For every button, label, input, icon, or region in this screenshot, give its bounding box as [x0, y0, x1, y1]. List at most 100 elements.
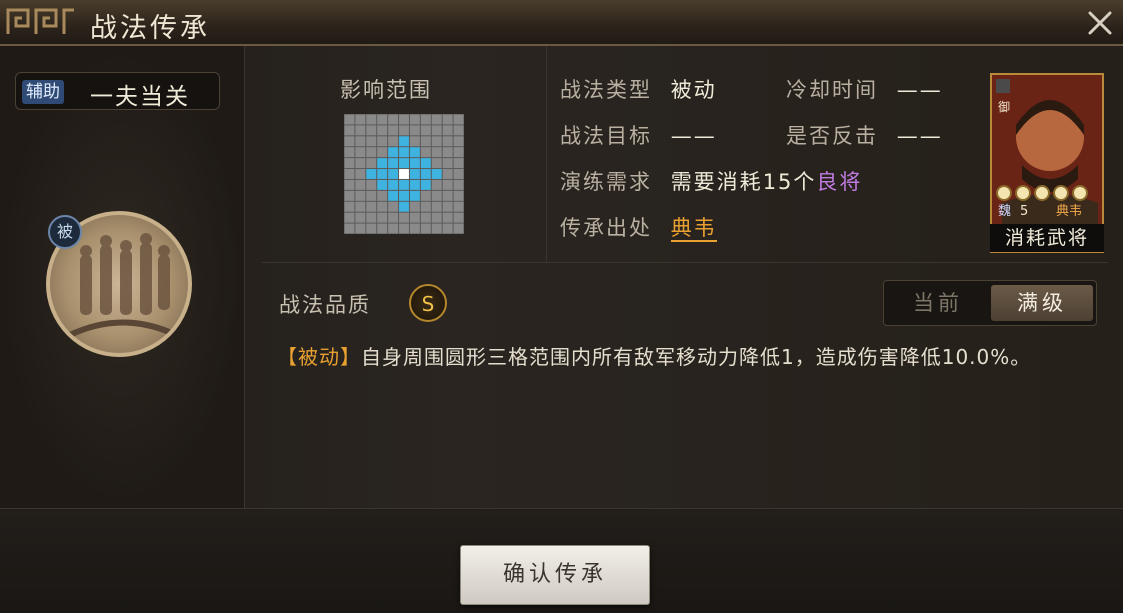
range-area-cell [420, 169, 431, 179]
range-cell [377, 147, 388, 158]
skill-description: 【被动】自身周围圆形三格范围内所有敌军移动力降低1，造成伤害降低10.0%。 [277, 340, 1097, 374]
range-cell [409, 125, 420, 136]
confirm-inherit-button[interactable]: 确认传承 [460, 545, 650, 605]
range-cell [355, 114, 366, 125]
range-cell [366, 136, 377, 147]
description-text: 自身周围圆形三格范围内所有敌军移动力降低1，造成伤害降低10.0%。 [361, 345, 1032, 369]
quality-label: 战法品质 [279, 293, 371, 317]
skill-summary-panel: 辅助 一夫当关 被 [0, 46, 245, 508]
range-cell [442, 136, 453, 147]
range-cell [453, 125, 464, 136]
range-cell [388, 114, 399, 125]
range-cell [344, 212, 355, 223]
range-area-cell [388, 158, 399, 169]
target-value: —— [670, 124, 717, 148]
range-cell [453, 136, 464, 147]
train-count: 15 [762, 170, 794, 194]
range-cell [453, 158, 464, 169]
range-area-cell [409, 147, 420, 158]
range-cell [355, 223, 366, 234]
range-cell [431, 212, 442, 223]
range-cell [442, 114, 453, 125]
range-cell [344, 179, 355, 190]
hero-cost: 5 [1020, 204, 1028, 219]
range-grid [344, 114, 464, 234]
range-cell [431, 114, 442, 125]
star-icon [1053, 185, 1069, 201]
range-area-cell [388, 147, 399, 158]
target-row: 战法目标 —— [560, 120, 717, 150]
train-row: 演练需求 需要消耗15个良将 [560, 166, 862, 196]
range-cell [355, 190, 366, 201]
range-cell [344, 190, 355, 201]
range-cell [355, 158, 366, 169]
range-cell [388, 212, 399, 223]
range-area-cell [377, 158, 388, 169]
range-cell [409, 114, 420, 125]
range-cell [409, 223, 420, 234]
range-area-cell [388, 190, 399, 201]
range-cell [431, 223, 442, 234]
source-value-link[interactable]: 典韦 [670, 216, 717, 242]
range-cell [388, 125, 399, 136]
range-area-cell [431, 169, 442, 179]
range-cell [431, 158, 442, 169]
title-bar: 战法传承 [0, 0, 1123, 46]
range-cell [366, 201, 377, 212]
hero-name: 典韦 [1056, 204, 1082, 219]
range-cell [355, 169, 366, 179]
range-cell [377, 201, 388, 212]
range-cell [344, 125, 355, 136]
cooldown-row: 冷却时间 —— [786, 74, 943, 104]
range-cell [366, 212, 377, 223]
hero-card-footer: 消耗武将 [990, 224, 1104, 252]
range-area-cell [409, 169, 420, 179]
train-quality: 良将 [816, 170, 863, 194]
star-icon [996, 185, 1012, 201]
close-icon[interactable] [1085, 8, 1115, 38]
range-cell [344, 158, 355, 169]
hero-seal: 御 [998, 99, 1010, 114]
range-cell [366, 125, 377, 136]
range-cell [344, 114, 355, 125]
range-cell [453, 169, 464, 179]
range-area-cell [399, 201, 409, 212]
range-area-cell [420, 179, 431, 190]
range-cell [366, 179, 377, 190]
range-cell [420, 223, 431, 234]
range-cell [442, 147, 453, 158]
range-cell [344, 223, 355, 234]
counter-label: 是否反击 [786, 124, 878, 148]
range-cell [453, 147, 464, 158]
range-area-cell [409, 158, 420, 169]
train-prefix: 需要消耗 [670, 170, 763, 194]
range-cell [355, 147, 366, 158]
range-area-cell [409, 179, 420, 190]
range-cell [453, 201, 464, 212]
range-area-cell [366, 169, 377, 179]
range-cell [453, 114, 464, 125]
range-area-cell [409, 190, 420, 201]
range-cell [420, 201, 431, 212]
range-cell [388, 223, 399, 234]
range-cell [442, 223, 453, 234]
range-cell [388, 136, 399, 147]
type-value: 被动 [670, 78, 717, 102]
range-cell [366, 223, 377, 234]
source-row: 传承出处 典韦 [560, 212, 717, 242]
range-center-cell [399, 169, 409, 179]
range-cell [442, 179, 453, 190]
skill-portrait: 被 [46, 211, 192, 357]
type-label: 战法类型 [560, 78, 652, 102]
range-cell [420, 212, 431, 223]
range-cell [409, 201, 420, 212]
range-cell [420, 190, 431, 201]
source-label: 传承出处 [560, 216, 652, 240]
range-cell [355, 212, 366, 223]
skill-category-tag: 辅助 [22, 80, 64, 104]
range-cell [355, 201, 366, 212]
tab-max-level[interactable]: 满级 [991, 285, 1093, 321]
range-area-cell [420, 158, 431, 169]
range-area-cell [399, 136, 409, 147]
tab-current-level[interactable]: 当前 [888, 285, 988, 321]
